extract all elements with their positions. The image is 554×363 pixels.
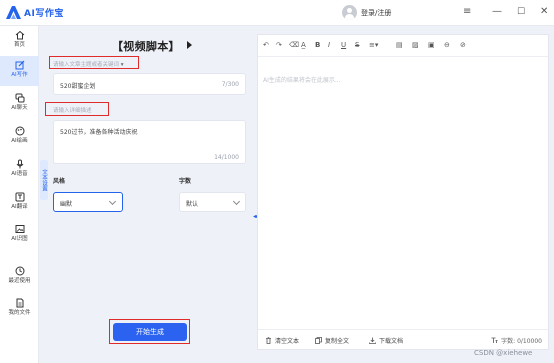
maximize-icon[interactable]: ☐ [517,6,525,18]
text-settings-tab[interactable]: 文本设置 [40,160,48,200]
wordcount-select[interactable]: 默认 [179,192,246,212]
minimize-icon[interactable]: — [492,6,502,18]
editor-toolbar: ↶ ↷ ⌫ A̲ B I U S ≡▾ ▤ ▨ ▣ ⊖ ⊘ [258,35,548,57]
close-icon[interactable]: ✕ [540,6,548,18]
chevron-down-icon [232,197,241,206]
sidebar-item-ai-painting[interactable]: AI绘画 [0,122,39,152]
logo-icon [6,6,21,19]
sidebar-item-label: 最近使用 [8,278,31,284]
word-count-text: 字数: 0/10000 [501,338,542,345]
app-logo: AI写作宝 [6,6,64,19]
description-textarea[interactable]: 520过节，准备各种活动庆祝 14/1000 [53,120,246,164]
menu-icon[interactable]: ≡ [463,6,471,18]
topic-hint-text: 请输入文章主题或者关键词 [53,62,120,68]
sidebar-item-recent[interactable]: 最近使用 [0,262,39,292]
sidebar: 首页 AI写作 AI聊天 AI绘画 AI语音 AI翻译 AI识图 最近使用 我的… [0,26,39,363]
sidebar-item-label: AI语音 [11,171,28,177]
image-icon [15,225,24,233]
style-label: 风格 [53,178,66,185]
clear-text-button[interactable]: 清空文本 [265,336,299,345]
download-doc-label: 下载文档 [379,338,404,345]
clear-text-label: 清空文本 [275,338,300,345]
desc-hint: 请输入详细描述 [53,108,92,114]
sidebar-item-label: 首页 [13,42,25,48]
image-icon[interactable]: ▨ [412,41,419,50]
clock-icon [15,266,24,276]
download-doc-button[interactable]: 下载文档 [369,336,403,345]
redo-icon[interactable]: ↷ [276,41,282,50]
chat-icon [15,93,24,103]
voice-icon [16,159,23,169]
chevron-down-icon: ▾ [120,62,124,68]
style-select[interactable]: 幽默 [53,192,123,212]
generate-button[interactable]: 开始生成 [113,323,187,341]
title-arrow-icon[interactable] [187,41,192,49]
sidebar-item-label: AI绘画 [11,138,28,144]
trash-icon [266,337,271,344]
sidebar-item-label: 我的文件 [8,310,31,316]
italic-icon[interactable]: I [328,41,330,50]
sidebar-item-ai-writing[interactable]: AI写作 [0,56,39,86]
video-icon[interactable]: ▣ [428,41,435,50]
copy-icon [315,337,322,344]
sidebar-item-my-files[interactable]: 我的文件 [0,294,39,324]
desc-char-counter: 14/1000 [214,154,239,161]
editor-footer: 清空文本 复制全文 下载文档 字数: 0/10000 [258,329,548,349]
download-icon [369,337,376,344]
home-icon [15,30,24,40]
file-icon [16,298,23,308]
login-link[interactable]: 登录/注册 [361,8,391,18]
sidebar-item-ai-translate[interactable]: AI翻译 [0,188,39,218]
login-area[interactable]: 登录/注册 [342,5,391,20]
sidebar-item-label: AI识图 [11,236,28,242]
table-icon[interactable]: ▤ [396,41,403,50]
sidebar-item-ai-chat[interactable]: AI聊天 [0,89,39,119]
underline-icon[interactable]: U [341,41,346,50]
bold-icon[interactable]: B [315,41,320,50]
palette-icon [15,126,24,136]
copy-all-button[interactable]: 复制全文 [315,336,349,345]
avatar[interactable] [342,5,357,20]
description-value: 520过节，准备各种活动庆祝 [60,129,138,136]
watermark: CSDN @xiehewe [474,349,533,357]
copy-all-label: 复制全文 [325,338,350,345]
translate-icon [15,192,24,202]
edit-icon [15,60,24,70]
code-icon[interactable]: ⊖ [444,41,450,50]
sidebar-item-ai-voice[interactable]: AI语音 [0,155,39,185]
app-name: AI写作宝 [24,9,64,19]
link-icon[interactable]: ⊘ [460,41,466,50]
topic-char-counter: 7/300 [221,81,239,88]
sidebar-item-home[interactable]: 首页 [0,26,39,56]
align-icon[interactable]: ≡▾ [369,41,378,50]
sidebar-item-label: AI聊天 [11,105,28,111]
top-bar: AI写作宝 登录/注册 ≡ — ☐ ✕ [0,0,554,26]
wordcount-label: 字数 [179,178,192,185]
eraser-icon[interactable]: ⌫ [289,41,299,50]
topic-hint[interactable]: 请输入文章主题或者关键词 ▾ [53,60,124,68]
wordcount-select-value: 默认 [186,201,199,208]
topic-input[interactable]: 520甜蜜企划 7/300 [53,73,246,95]
page-title: 【视频脚本】 [112,40,180,53]
text-format-icon[interactable]: A̲ [301,41,306,50]
text-size-icon [491,337,498,343]
word-count: 字数: 0/10000 [491,336,542,345]
result-editor[interactable]: ↶ ↷ ⌫ A̲ B I U S ≡▾ ▤ ▨ ▣ ⊖ ⊘ AI生成的结果将会在… [257,34,549,350]
sidebar-item-label: AI翻译 [11,204,28,210]
chevron-down-icon [108,197,117,206]
strikethrough-icon[interactable]: S [355,41,359,50]
topic-input-value: 520甜蜜企划 [60,83,96,90]
undo-icon[interactable]: ↶ [263,41,269,50]
sidebar-item-ai-image-recognition[interactable]: AI识图 [0,220,39,250]
sidebar-item-label: AI写作 [11,72,28,78]
editor-placeholder: AI生成的结果将会在此展示... [263,77,341,84]
style-select-value: 幽默 [60,201,73,208]
